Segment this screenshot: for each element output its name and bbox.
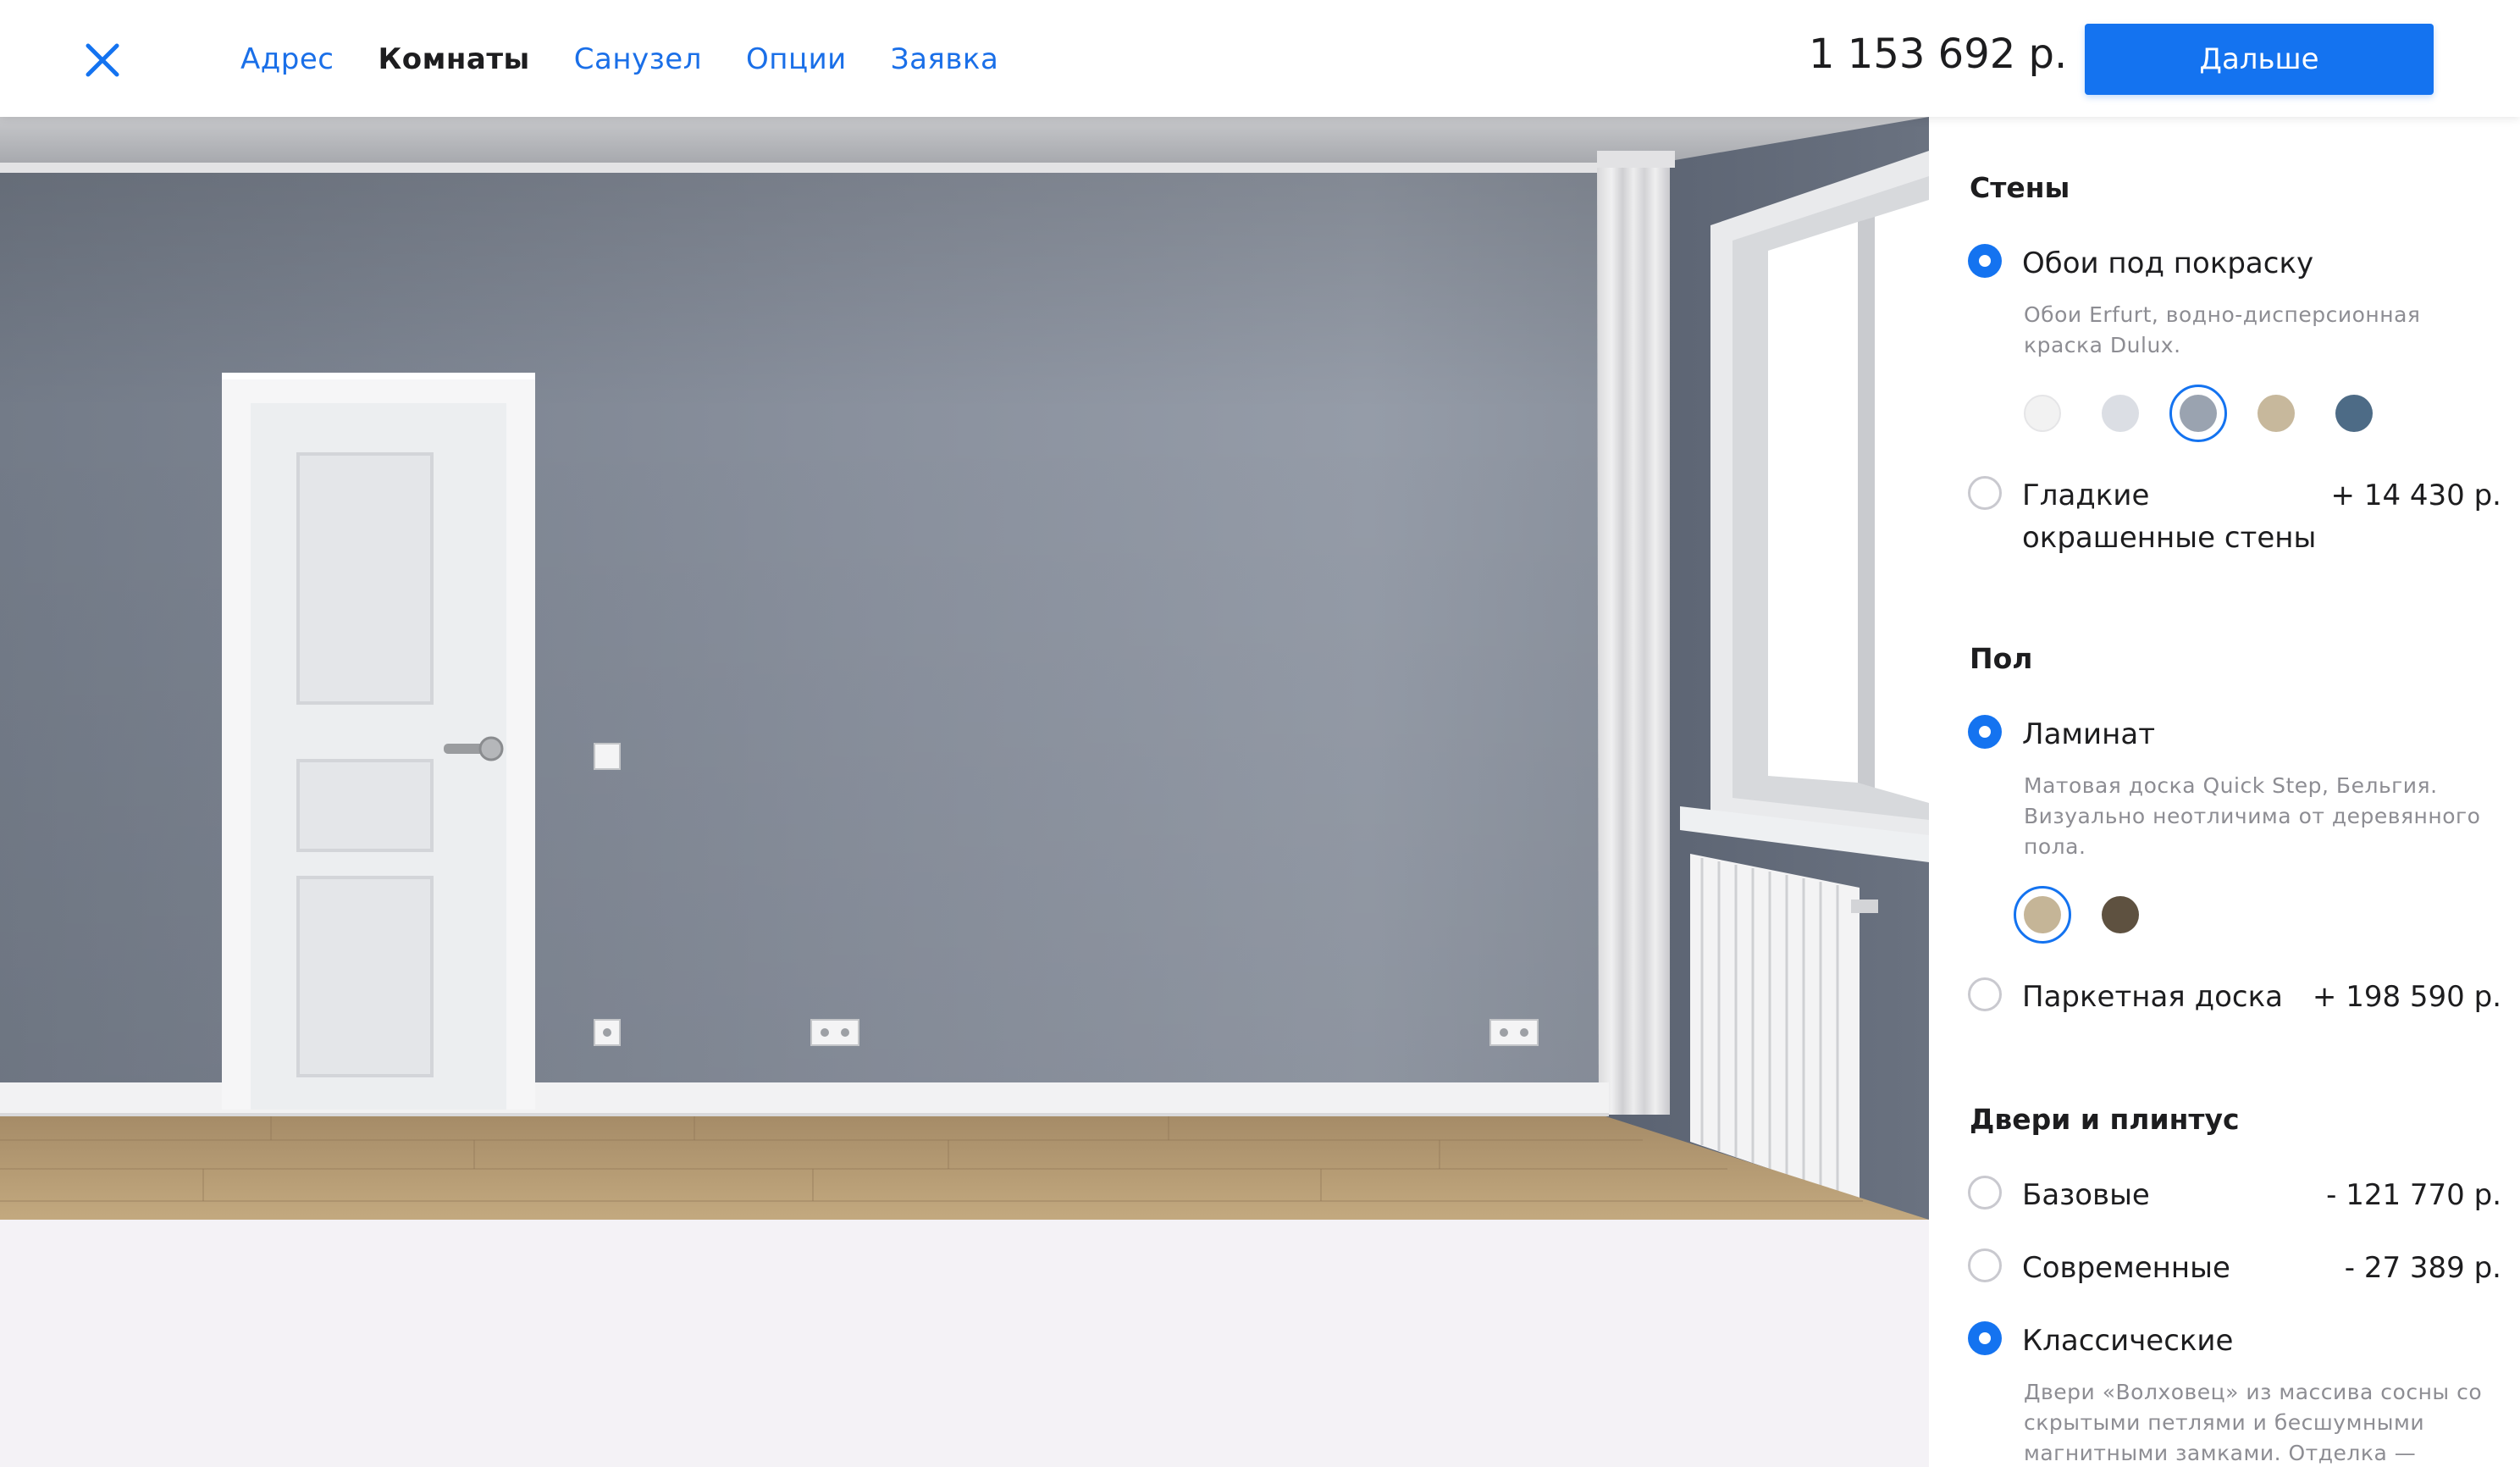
color-swatch[interactable] <box>2102 395 2139 432</box>
option-label: Паркетная доска <box>2022 980 2283 1014</box>
option-label: Базовые <box>2022 1178 2150 1212</box>
color-swatch[interactable] <box>2024 395 2061 432</box>
radio-button[interactable] <box>1968 1176 2002 1210</box>
nav-tab-request[interactable]: Заявка <box>891 42 999 76</box>
radio-button[interactable] <box>1968 476 2002 510</box>
section-title-floor: Пол <box>1970 642 2033 675</box>
nav-tab-options[interactable]: Опции <box>746 42 847 76</box>
next-button[interactable]: Дальше <box>2085 24 2434 95</box>
close-icon[interactable] <box>83 41 122 80</box>
option-label: Обои под покраску <box>2022 246 2314 280</box>
nav-tab-bathroom[interactable]: Санузел <box>574 42 702 76</box>
section-title-walls: Стены <box>1970 171 2070 204</box>
radio-button[interactable] <box>1968 1248 2002 1282</box>
color-swatch-selected[interactable] <box>2014 886 2071 944</box>
radio-button[interactable] <box>1968 977 2002 1011</box>
radio-button[interactable] <box>1968 1321 2002 1355</box>
step-nav: Адрес Комнаты Санузел Опции Заявка <box>240 34 998 85</box>
color-swatch-selected[interactable] <box>2169 385 2227 442</box>
section-title-doors: Двери и плинтус <box>1970 1103 2240 1136</box>
color-swatch[interactable] <box>2335 395 2373 432</box>
option-description: Обои Erfurt, водно-дисперсионная краска … <box>2024 302 2421 357</box>
room-preview <box>0 117 1929 1220</box>
option-label: Классические <box>2022 1324 2234 1358</box>
option-price: + 14 430 р. <box>2330 479 2501 512</box>
radio-button[interactable] <box>1968 715 2002 749</box>
option-smooth-walls[interactable]: Гладкие окрашенные стены + 14 430 р. <box>1968 476 2501 561</box>
nav-tab-address[interactable]: Адрес <box>240 42 334 76</box>
options-panel: Стены Обои под покраску Обои Erfurt, вод… <box>1929 117 2520 1467</box>
color-swatch[interactable] <box>2258 395 2295 432</box>
option-label: Современные <box>2022 1251 2230 1285</box>
option-description: Матовая доска Quick Step, Бельгия. Визуа… <box>2024 773 2481 859</box>
total-price: 1 153 692 р. <box>1809 30 2068 78</box>
radio-button[interactable] <box>1968 244 2002 278</box>
color-swatch[interactable] <box>2102 896 2139 933</box>
option-label: Ламинат <box>2022 717 2156 751</box>
option-price: + 198 590 р. <box>2312 980 2501 1014</box>
option-price: - 121 770 р. <box>2326 1178 2501 1212</box>
option-price: - 27 389 р. <box>2344 1251 2501 1285</box>
top-bar: Адрес Комнаты Санузел Опции Заявка 1 153… <box>0 0 2520 117</box>
option-label: Гладкие окрашенные стены <box>2022 479 2317 555</box>
room-render-image <box>0 117 1929 1220</box>
option-description: Двери «Волховец» из массива сосны со скр… <box>2024 1380 2483 1465</box>
nav-tab-rooms[interactable]: Комнаты <box>378 42 529 76</box>
